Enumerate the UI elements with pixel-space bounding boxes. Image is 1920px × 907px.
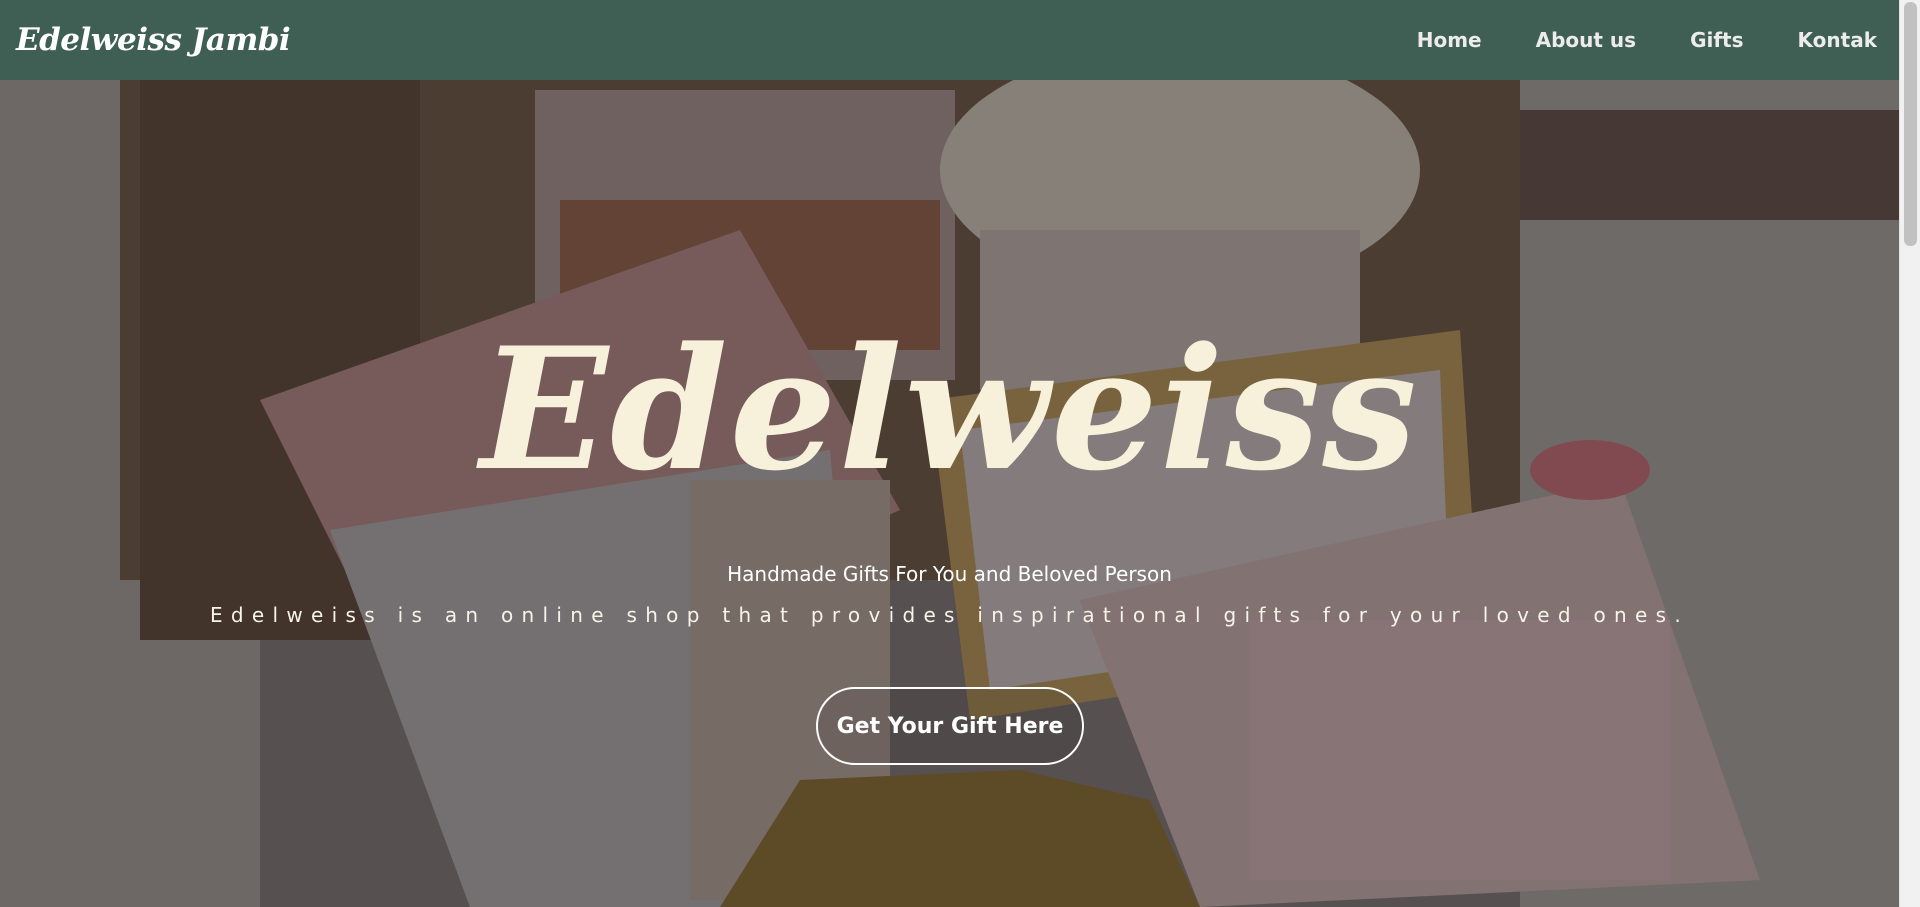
hero-description: Edelweiss is an online shop that provide… xyxy=(209,603,1690,627)
brand-logo[interactable]: Edelweiss Jambi xyxy=(16,22,291,58)
hero-title: Edelweiss xyxy=(480,310,1419,508)
nav-link-home[interactable]: Home xyxy=(1417,28,1482,52)
nav-link-about-us[interactable]: About us xyxy=(1536,28,1636,52)
scrollbar-thumb[interactable] xyxy=(1904,2,1917,246)
get-gift-button[interactable]: Get Your Gift Here xyxy=(816,687,1084,765)
hero-section: Edelweiss Handmade Gifts For You and Bel… xyxy=(0,80,1899,907)
nav-link-kontak[interactable]: Kontak xyxy=(1798,28,1877,52)
hero-content: Edelweiss Handmade Gifts For You and Bel… xyxy=(0,80,1899,907)
page-scrollbar[interactable] xyxy=(1899,0,1920,907)
navbar: Edelweiss Jambi Home About us Gifts Kont… xyxy=(0,0,1899,80)
hero-subtitle: Handmade Gifts For You and Beloved Perso… xyxy=(727,562,1172,586)
nav-links: Home About us Gifts Kontak xyxy=(1363,28,1877,52)
nav-link-gifts[interactable]: Gifts xyxy=(1690,28,1743,52)
